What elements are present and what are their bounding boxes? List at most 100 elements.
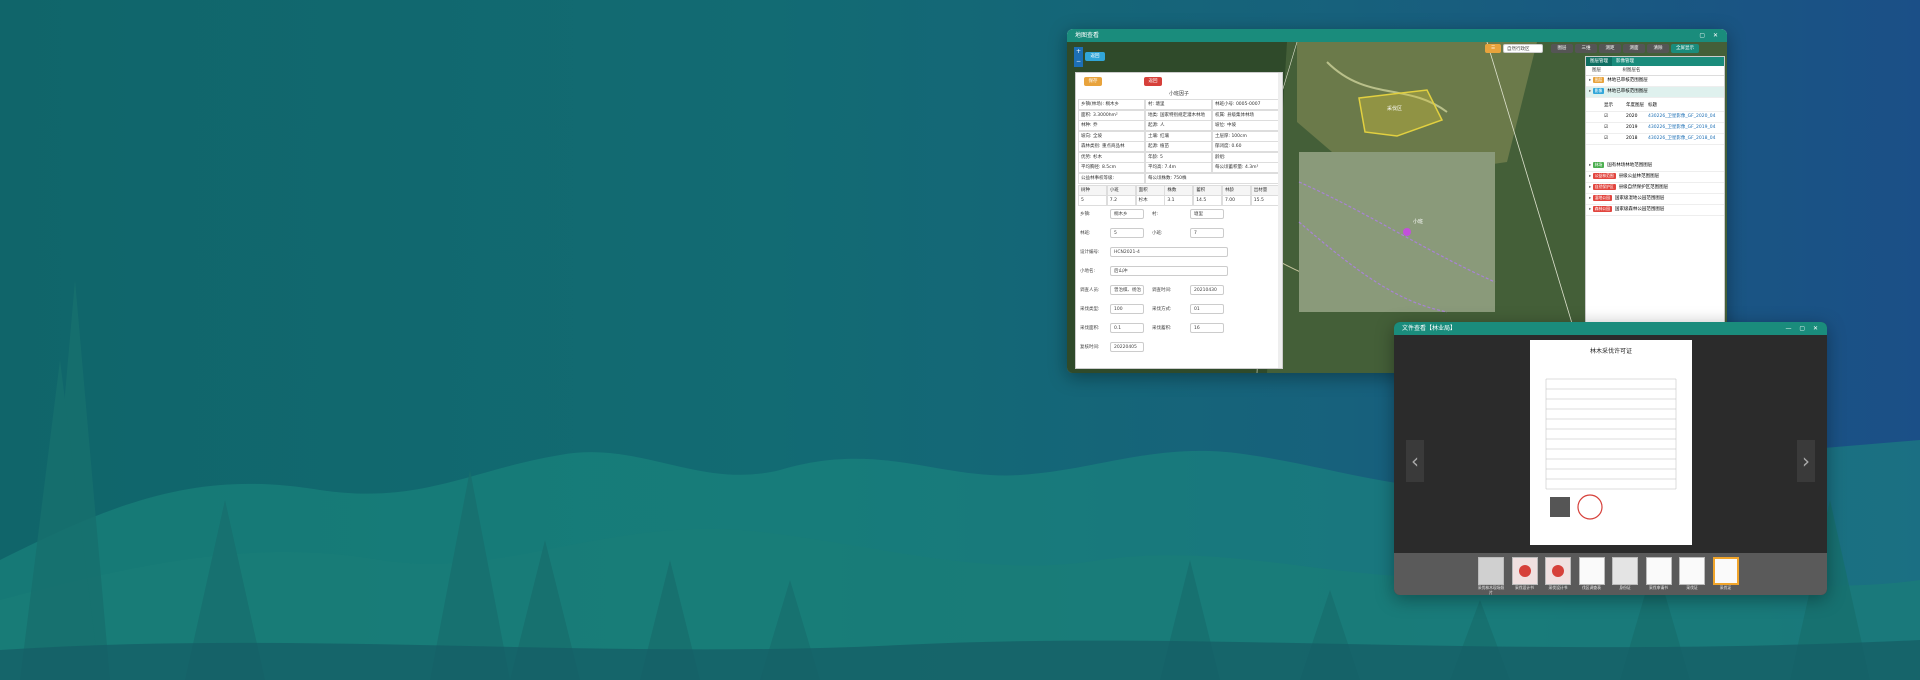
form-label: 复核时间: — [1080, 345, 1100, 350]
attribute-cell: 面积: 3.3000hm² — [1078, 109, 1145, 121]
layer-tag: 图层 — [1592, 77, 1605, 83]
attribute-cell: 坡向: 全坡 — [1078, 130, 1145, 142]
document-thumbnail[interactable] — [1545, 557, 1571, 585]
file-viewer-window: 文件查看【林业局】 — ▢ ✕ 林木采伐许可证 ‹ › 采伐林木现场照片 采伐设计… — [1394, 322, 1827, 595]
image-year-row[interactable]: ☑ 2019 430226_卫星影像_GF_2019_04 — [1586, 123, 1724, 134]
form-label: 采伐类型: — [1080, 307, 1100, 312]
form-input[interactable]: HCN2021-4 — [1110, 247, 1228, 257]
seal-icon — [1552, 565, 1564, 577]
document-thumbnail[interactable] — [1578, 557, 1605, 585]
qr-code — [1550, 497, 1570, 517]
form-input[interactable]: 01 — [1190, 304, 1224, 314]
checkbox-icon[interactable]: ☑ — [1604, 123, 1626, 133]
layer-tree-item[interactable]: ▸ 影像 林地已审核范围图层 — [1586, 87, 1724, 98]
form-input[interactable]: 曾治棋、杨治 — [1110, 285, 1144, 295]
document-thumbnail[interactable] — [1612, 557, 1638, 585]
form-label: 采伐蓄积: — [1152, 326, 1172, 331]
return-button[interactable]: 返回 — [1144, 77, 1162, 86]
document-thumbnail[interactable] — [1645, 557, 1672, 585]
toolbar-btn-layers[interactable]: 图层 — [1551, 44, 1573, 53]
attribute-cell: 森林类别: 重点商品林 — [1078, 141, 1145, 152]
image-title-link[interactable]: 430226_卫星影像_GF_2018_04 — [1648, 136, 1715, 141]
attribute-cell: 优势: 杉木 — [1078, 151, 1145, 163]
form-input[interactable]: 塘里 — [1190, 209, 1224, 219]
form-input[interactable]: 16 — [1190, 323, 1224, 333]
region-select[interactable]: 自然行政区 — [1503, 44, 1543, 53]
document-body — [1545, 378, 1677, 520]
layer-tag: 林场 — [1592, 162, 1605, 168]
toolbar-logo-button[interactable]: ☰ — [1485, 44, 1501, 53]
toolbar-btn-fullscreen[interactable]: 全屏显示 — [1671, 44, 1699, 53]
image-title-link[interactable]: 430226_卫星影像_GF_2020_04 — [1648, 114, 1715, 119]
toolbar-btn-area[interactable]: 测面 — [1623, 44, 1645, 53]
checkbox-icon[interactable]: ☑ — [1604, 112, 1626, 122]
form-input[interactable]: 7 — [1190, 228, 1224, 238]
layer-tag: 湿地公园 — [1592, 195, 1612, 201]
panel-scrollbar[interactable] — [1278, 73, 1282, 368]
year-label: 2019 — [1626, 125, 1638, 130]
back-button[interactable]: 返回 — [1085, 52, 1105, 61]
attribute-cell: 每公顷株数: 750株 — [1145, 172, 1280, 184]
form-input[interactable]: 0.1 — [1110, 323, 1144, 333]
checkbox-icon[interactable]: ☑ — [1604, 134, 1626, 144]
attribute-cell: 乡镇(林场): 桐木乡 — [1078, 99, 1145, 110]
layer-tag: 影像 — [1592, 88, 1605, 94]
form-label: 小地名: — [1080, 269, 1096, 274]
attribute-cell: 起源: 植苗 — [1145, 141, 1212, 152]
layer-tree-item[interactable]: ▸ 森林公园 国家级森林公园范围图层 — [1586, 205, 1724, 216]
form-label: 调查时间: — [1152, 288, 1172, 293]
document-thumbnail[interactable] — [1679, 557, 1705, 585]
document-thumbnail[interactable] — [1511, 557, 1538, 585]
year-label: 2018 — [1626, 136, 1638, 141]
form-input[interactable]: 20210430 — [1190, 285, 1224, 295]
document-thumbnail[interactable] — [1712, 557, 1739, 585]
thumbnail-list: 采伐林木现场照片 采伐设计书 采伐设计书 伐区调查表 身份证 采伐申请书 采伐证 采伐证 — [1478, 557, 1748, 595]
toolbar-btn-clear[interactable]: 清除 — [1647, 44, 1669, 53]
layer-tabs: 图层管理 影像管理 — [1586, 57, 1724, 66]
image-title-link[interactable]: 430226_卫星影像_GF_2019_04 — [1648, 125, 1715, 130]
toolbar-btn-distance[interactable]: 测距 — [1599, 44, 1621, 53]
image-year-row[interactable]: ☑ 2020 430226_卫星影像_GF_2020_04 — [1586, 112, 1724, 123]
tab-image-manage[interactable]: 影像管理 — [1612, 57, 1638, 66]
layer-label: 县级公益林范围图层 — [1618, 174, 1660, 179]
tab-layer-manage[interactable]: 图层管理 — [1586, 57, 1612, 66]
layer-tree-item[interactable]: ▸ 公益林范围 县级公益林范围图层 — [1586, 172, 1724, 183]
attribute-cell: 平均高: 7.4m — [1145, 162, 1212, 173]
small-table-value: 5 — [1078, 195, 1107, 206]
attribute-cell: 权属: 县级集体林场 — [1212, 109, 1279, 121]
zoom-controls[interactable]: + − — [1074, 47, 1083, 67]
toolbar-btn-3d[interactable]: 三维 — [1575, 44, 1597, 53]
layer-tree-item[interactable]: ▸ 湿地公园 国家级湿地公园范围图层 — [1586, 194, 1724, 205]
layer-tree-item[interactable]: ▸ 图层 林地已审核范围图层 — [1586, 76, 1724, 87]
layer-label: 国有林场林地范围图层 — [1607, 163, 1653, 168]
layer-tree-item[interactable]: ▸ 自然保护区 县级自然保护区范围图层 — [1586, 183, 1724, 194]
form-input[interactable]: 桐木乡 — [1110, 209, 1144, 219]
attribute-cell: 起源: 人 — [1145, 120, 1212, 131]
form-label: 采伐面积: — [1080, 326, 1100, 331]
attribute-cell: 林种: 乔 — [1078, 120, 1145, 131]
form-label: 乡镇: — [1080, 212, 1091, 217]
window-controls[interactable]: ▢ ✕ — [1699, 29, 1721, 42]
image-year-row[interactable]: ☑ 2018 430226_卫星影像_GF_2018_04 — [1586, 134, 1724, 145]
red-seal — [1577, 494, 1603, 520]
sub-header-cell: 显示 — [1604, 103, 1613, 108]
document-preview: 林木采伐许可证 — [1530, 340, 1692, 545]
document-thumbnail[interactable] — [1478, 557, 1504, 585]
prev-arrow-icon[interactable]: ‹ — [1406, 440, 1424, 482]
form-input[interactable]: 20220405 — [1110, 342, 1144, 352]
next-arrow-icon[interactable]: › — [1797, 440, 1815, 482]
sub-table-header: 显示 年度图层 标题 — [1586, 101, 1724, 112]
attribute-cell: 土壤: 红壤 — [1145, 130, 1212, 142]
form-input[interactable]: 5 — [1110, 228, 1144, 238]
small-table-value: 杉木 — [1135, 195, 1165, 206]
form-input[interactable]: 100 — [1110, 304, 1144, 314]
small-table-value: 15.5 — [1250, 195, 1280, 206]
attribute-cell: 平均胸径: 8.5cm — [1078, 162, 1145, 173]
file-window-controls[interactable]: — ▢ ✕ — [1785, 322, 1821, 335]
save-button[interactable]: 保存 — [1084, 77, 1102, 86]
form-input[interactable]: 后山冲 — [1110, 266, 1228, 276]
thumbnail-label: 采伐申请书 — [1649, 585, 1668, 590]
layer-tag: 自然保护区 — [1592, 184, 1616, 190]
layer-tree-item[interactable]: ▸ 林场 国有林场林地范围图层 — [1586, 161, 1724, 172]
layer-tree: ▸ 图层 林地已审核范围图层 ▸ 影像 林地已审核范围图层 显示 年度图层 标题 ☑ 2020 4… — [1586, 76, 1724, 326]
